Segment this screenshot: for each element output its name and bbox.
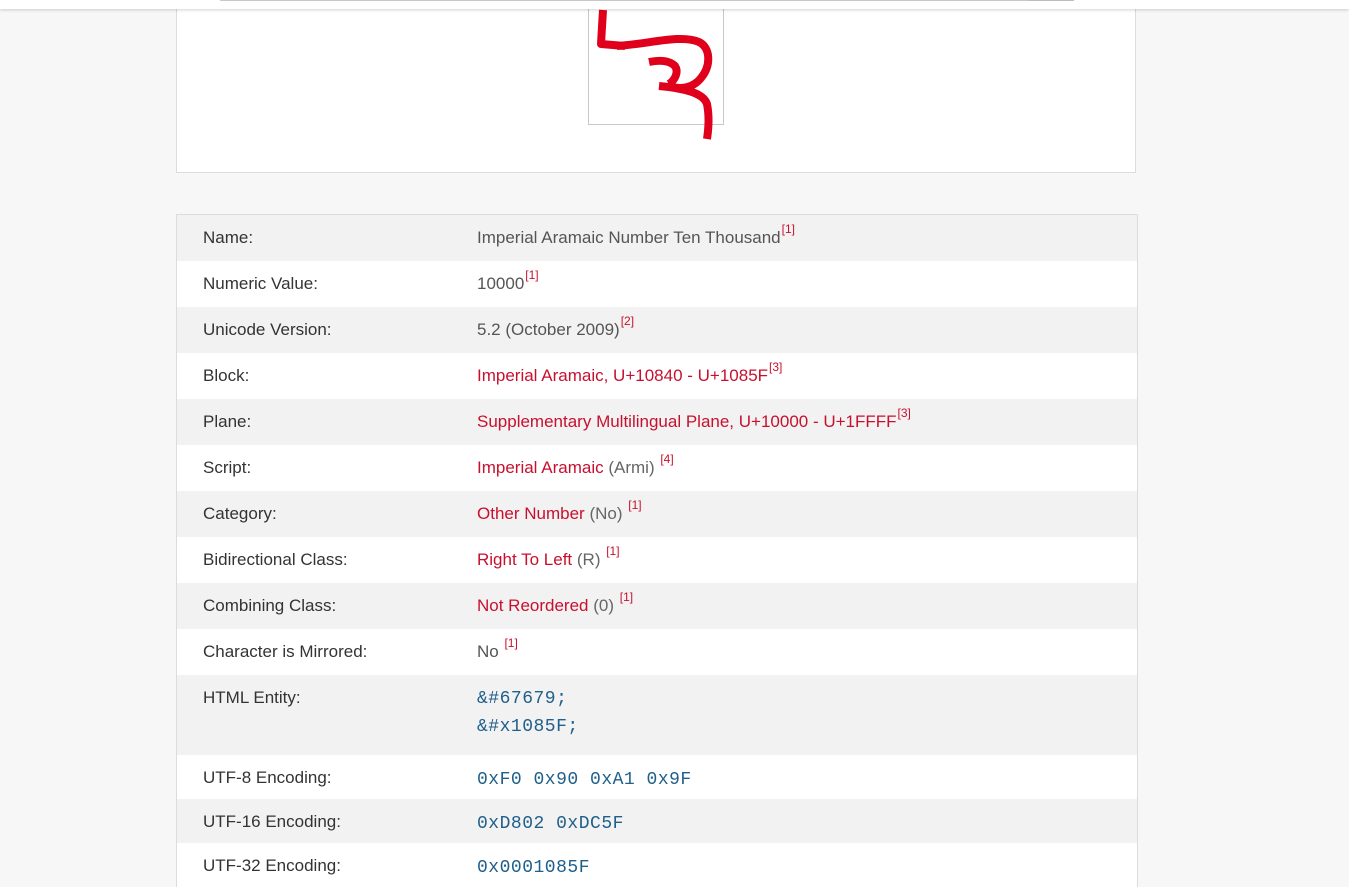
reference-link[interactable]: [2] <box>621 314 634 328</box>
utf8-encoding-value: 0xF0 0x90 0xA1 0x9F <box>477 770 692 790</box>
property-row-category: Category: Other Number (No) [1] <box>177 491 1137 537</box>
property-row-plane: Plane: Supplementary Multilingual Plane,… <box>177 399 1137 445</box>
mirrored-value: No <box>477 642 499 661</box>
property-value: No [1] <box>477 629 518 662</box>
property-row-block: Block: Imperial Aramaic, U+10840 - U+108… <box>177 353 1137 399</box>
character-properties-table: Name: Imperial Aramaic Number Ten Thousa… <box>176 214 1138 887</box>
block-link[interactable]: Imperial Aramaic, U+10840 - U+1085F <box>477 366 768 385</box>
property-row-html-entity: HTML Entity: &#67679; &#x1085F; <box>177 675 1137 755</box>
property-value: Supplementary Multilingual Plane, U+1000… <box>477 399 911 432</box>
imperial-aramaic-ten-thousand-glyph-icon <box>597 2 713 140</box>
reference-link[interactable]: [1] <box>504 636 517 650</box>
property-value: Right To Left (R) [1] <box>477 537 620 570</box>
property-label: Plane: <box>203 412 252 431</box>
property-row-utf16: UTF-16 Encoding: 0xD802 0xDC5F <box>177 799 1137 843</box>
reference-link[interactable]: [4] <box>660 452 673 466</box>
search-input[interactable] <box>220 0 1028 1</box>
property-label: Category: <box>203 504 277 523</box>
property-row-combining-class: Combining Class: Not Reordered (0) [1] <box>177 583 1137 629</box>
property-value: Imperial Aramaic (Armi) [4] <box>477 445 674 478</box>
property-row-bidirectional-class: Bidirectional Class: Right To Left (R) [… <box>177 537 1137 583</box>
bidi-class-code: (R) <box>576 550 601 569</box>
top-navigation-bar <box>0 0 1349 9</box>
plane-link[interactable]: Supplementary Multilingual Plane, U+1000… <box>477 412 897 431</box>
utf16-encoding-value: 0xD802 0xDC5F <box>477 814 624 834</box>
reference-link[interactable]: [3] <box>898 406 911 420</box>
property-row-mirrored: Character is Mirrored: No [1] <box>177 629 1137 675</box>
property-value: 0xD802 0xDC5F <box>477 799 624 838</box>
property-label: Block: <box>203 366 250 385</box>
reference-link[interactable]: [1] <box>628 498 641 512</box>
combining-class-code: (0) <box>593 596 615 615</box>
glyph-preview-panel <box>176 0 1136 173</box>
reference-link[interactable]: [1] <box>606 544 619 558</box>
property-label: Numeric Value: <box>203 274 318 293</box>
property-value: Not Reordered (0) [1] <box>477 583 633 616</box>
script-code: (Armi) <box>608 458 655 477</box>
category-code: (No) <box>589 504 623 523</box>
reference-link[interactable]: [1] <box>620 590 633 604</box>
unicode-version-value: 5.2 (October 2009) <box>477 320 620 339</box>
glyph-frame <box>588 0 724 140</box>
script-link[interactable]: Imperial Aramaic <box>477 458 604 477</box>
bidi-class-link[interactable]: Right To Left <box>477 550 572 569</box>
property-value: Other Number (No) [1] <box>477 491 642 524</box>
reference-link[interactable]: [1] <box>782 222 795 236</box>
property-label: UTF-8 Encoding: <box>203 768 332 787</box>
html-entity-decimal: &#67679; <box>477 689 568 709</box>
property-row-script: Script: Imperial Aramaic (Armi) [4] <box>177 445 1137 491</box>
property-value: &#67679; &#x1085F; <box>477 675 579 741</box>
property-label: UTF-32 Encoding: <box>203 856 341 875</box>
property-label: Character is Mirrored: <box>203 642 368 661</box>
property-label: Bidirectional Class: <box>203 550 348 569</box>
reference-link[interactable]: [1] <box>525 268 538 282</box>
property-label: Script: <box>203 458 252 477</box>
html-entity-hex: &#x1085F; <box>477 717 579 737</box>
property-label: Name: <box>203 228 254 247</box>
property-value: 5.2 (October 2009)[2] <box>477 307 634 340</box>
property-label: Unicode Version: <box>203 320 332 339</box>
property-label: Combining Class: <box>203 596 337 615</box>
property-value: 0x0001085F <box>477 843 590 882</box>
property-label: HTML Entity: <box>203 688 301 707</box>
numeric-value: 10000 <box>477 274 525 293</box>
property-value: 10000[1] <box>477 261 539 294</box>
category-link[interactable]: Other Number <box>477 504 585 523</box>
property-row-numeric-value: Numeric Value: 10000[1] <box>177 261 1137 307</box>
property-value: Imperial Aramaic, U+10840 - U+1085F[3] <box>477 353 782 386</box>
property-row-unicode-version: Unicode Version: 5.2 (October 2009)[2] <box>177 307 1137 353</box>
combining-class-link[interactable]: Not Reordered <box>477 596 589 615</box>
property-row-utf32: UTF-32 Encoding: 0x0001085F <box>177 843 1137 887</box>
reference-link[interactable]: [3] <box>769 360 782 374</box>
property-row-name: Name: Imperial Aramaic Number Ten Thousa… <box>177 215 1137 261</box>
property-label: UTF-16 Encoding: <box>203 812 341 831</box>
utf32-encoding-value: 0x0001085F <box>477 858 591 878</box>
property-value: 0xF0 0x90 0xA1 0x9F <box>477 755 692 794</box>
search-button[interactable] <box>1028 0 1074 1</box>
name-value: Imperial Aramaic Number Ten Thousand <box>477 228 781 247</box>
property-row-utf8: UTF-8 Encoding: 0xF0 0x90 0xA1 0x9F <box>177 755 1137 799</box>
property-value: Imperial Aramaic Number Ten Thousand[1] <box>477 215 795 248</box>
